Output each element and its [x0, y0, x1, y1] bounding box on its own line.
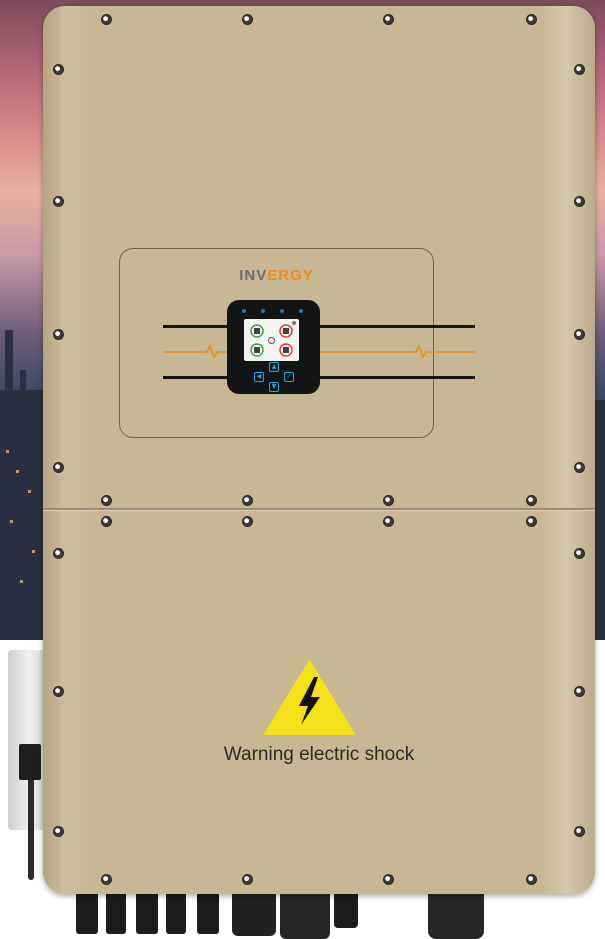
lcd-screen	[244, 319, 299, 361]
lower-black-line-left	[163, 376, 229, 379]
high-voltage-warning-icon	[264, 660, 355, 735]
enter-icon[interactable]: ✓	[284, 372, 294, 382]
brand-logo: INVERGY	[120, 267, 433, 284]
control-display: ▲ ◀ ✓ ▼	[227, 300, 320, 394]
brand-part-1: INV	[239, 267, 268, 284]
brand-part-2: ERGY	[267, 267, 314, 284]
side-bracket	[8, 650, 44, 830]
up-arrow-icon[interactable]: ▲	[269, 362, 279, 372]
warning-label: Warning electric shock	[223, 744, 415, 765]
side-cable	[28, 770, 34, 880]
orange-signal-line-right	[320, 343, 475, 359]
left-arrow-icon[interactable]: ◀	[254, 372, 264, 382]
lower-black-line-right	[320, 376, 475, 379]
orange-signal-line-left	[163, 343, 229, 359]
side-plug	[19, 744, 41, 780]
upper-black-line-left	[163, 325, 229, 328]
control-keys: ▲ ◀ ✓ ▼	[239, 362, 309, 392]
upper-black-line-right	[320, 325, 475, 328]
down-arrow-icon[interactable]: ▼	[269, 382, 279, 392]
energy-flow-diagram	[250, 321, 296, 357]
status-leds	[242, 309, 305, 315]
